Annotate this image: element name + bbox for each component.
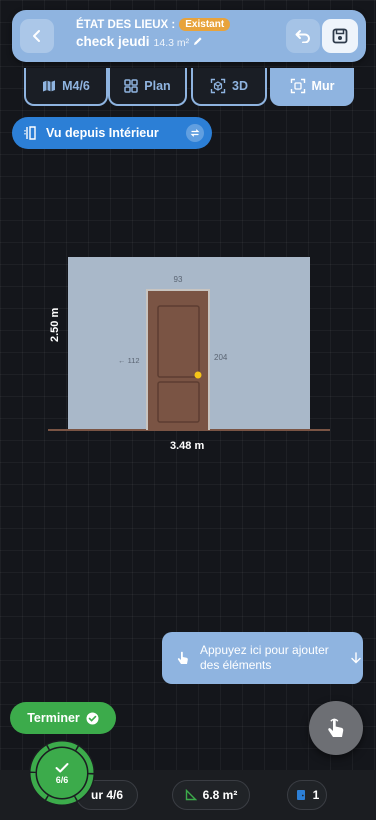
project-name[interactable]: check jeudi xyxy=(76,34,150,49)
area-chip[interactable]: 6.8 m² xyxy=(172,780,250,810)
chevron-left-icon xyxy=(33,30,40,42)
pencil-icon[interactable] xyxy=(193,36,203,46)
door-count-chip[interactable]: 1 xyxy=(287,780,327,810)
finish-label: Terminer xyxy=(27,711,80,725)
progress-label: 6/6 xyxy=(55,774,69,785)
door[interactable] xyxy=(146,289,210,430)
tap-hand-icon xyxy=(177,651,188,664)
tap-hand-icon xyxy=(328,718,344,737)
tab-label: 3D xyxy=(232,79,248,93)
save-icon xyxy=(332,28,348,44)
swap-icon xyxy=(186,124,204,142)
back-button[interactable] xyxy=(20,19,54,53)
progress-indicator[interactable]: 6/6 xyxy=(27,738,97,808)
arrow-down-icon xyxy=(351,652,361,664)
undo-button[interactable] xyxy=(286,19,320,53)
tab-wall[interactable]: Mur xyxy=(270,68,354,106)
door-height-label: 204 xyxy=(214,353,228,362)
tab-map[interactable]: M4/6 xyxy=(24,68,108,106)
area-value: 6.8 m² xyxy=(202,788,238,802)
door-width-label: 93 xyxy=(174,275,183,284)
door-count: 1 xyxy=(312,788,320,802)
view-side-toggle[interactable]: Vu depuis Intérieur xyxy=(12,117,212,149)
tab-3d[interactable]: 3D xyxy=(191,68,267,106)
door-side-icon xyxy=(24,126,36,140)
wall-elevation: 93 204 ← 112 xyxy=(48,257,330,431)
tab-label: Mur xyxy=(311,79,335,93)
wall-height-label: 2.50 m xyxy=(49,307,61,342)
add-elements-hint[interactable]: Appuyez ici pour ajouter des éléments xyxy=(162,632,363,684)
add-element-button[interactable] xyxy=(309,701,363,755)
title-block: ÉTAT DES LIEUX : Existant check jeudi 14… xyxy=(76,18,231,49)
grid-icon xyxy=(124,79,139,93)
view-side-label: Vu depuis Intérieur xyxy=(46,126,159,140)
finish-button[interactable]: Terminer xyxy=(10,702,116,734)
door-offset-label: ← 112 xyxy=(118,356,140,365)
door-icon xyxy=(296,790,305,800)
status-badge: Existant xyxy=(179,18,231,31)
save-button[interactable] xyxy=(322,19,358,53)
tab-label: M4/6 xyxy=(62,79,90,93)
header-bar: ÉTAT DES LIEUX : Existant check jeudi 14… xyxy=(12,10,366,62)
area-icon xyxy=(185,789,197,801)
hint-text: Appuyez ici pour ajouter des éléments xyxy=(200,643,329,672)
inventory-label: ÉTAT DES LIEUX : xyxy=(76,18,176,31)
tab-plan[interactable]: Plan xyxy=(108,68,187,106)
map-icon xyxy=(43,80,56,92)
wall-width-label: 3.48 m xyxy=(170,440,205,452)
cube-icon xyxy=(210,78,226,94)
tab-label: Plan xyxy=(144,79,171,93)
check-icon xyxy=(55,762,69,772)
project-area: 14.3 m² xyxy=(153,37,190,49)
door-handle xyxy=(194,371,202,379)
wall-scan-icon xyxy=(290,78,305,94)
check-circle-icon xyxy=(86,712,99,724)
undo-icon xyxy=(295,30,310,43)
